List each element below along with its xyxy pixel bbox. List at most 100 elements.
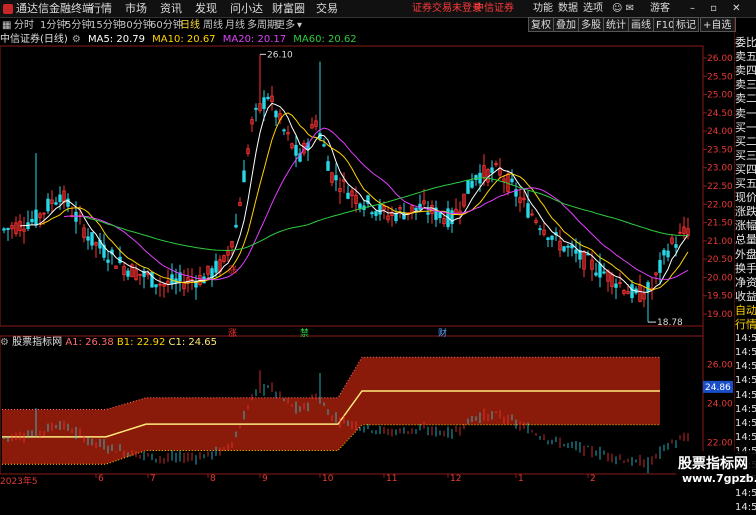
side-label: 14:56 [735,502,756,514]
candle-body [490,167,494,173]
watermark-url: www.7gpzb.com [682,472,756,485]
side-label: 收益 [735,289,756,303]
side-label: 卖四 [735,64,756,78]
candle-body [466,180,470,194]
candle-body [370,212,374,215]
side-label: 卖一 [735,106,756,120]
side-label[interactable]: 自动 [735,304,756,318]
low-label: 18.78 [657,318,683,328]
indicator-name[interactable]: 股票指标网 [12,337,62,348]
candle-body [550,235,554,240]
price-tick-label: 23.00 [707,164,733,174]
candle-body [30,218,34,223]
side-label: 买五 [735,177,756,190]
a1-label: A1: 26.38 [65,337,114,348]
candle-body [266,96,270,100]
watermark-text: 股票指标网 [678,456,748,472]
candle-body [662,249,666,256]
side-label: 卖五 [735,50,756,64]
price-tick-label: 25.50 [707,72,733,82]
candle-body [594,272,598,276]
candle-body [414,207,418,211]
side-label: 14:56 [735,417,756,429]
candle-body [106,259,110,263]
ma20-line [63,127,689,281]
candle-body [210,268,214,278]
tag-up-2: 涨 [228,329,238,339]
candle-body [438,212,442,219]
side-label: 买四 [735,162,756,176]
indicator-band [2,357,660,465]
indicator-tick-label: 22.00 [707,439,733,449]
indicator-settings-icon[interactable]: ⚙ [0,337,9,348]
candle-body [374,211,378,216]
candle-body [234,224,238,228]
candle-body [126,270,130,277]
side-label: 14:56 [735,488,756,500]
candle-body [378,204,382,215]
candle-body [58,194,62,202]
price-tick-label: 21.00 [707,237,733,247]
candle-body [546,237,550,240]
price-tick-label: 20.00 [707,273,733,283]
candle-body [242,170,246,183]
side-label: 委比 [735,36,756,49]
x-axis-label: 8 [210,474,216,484]
side-label: 现价 [735,191,756,205]
main-panel-frame [0,45,704,327]
price-tick-label: 25.00 [707,91,733,101]
price-tick-label: 22.00 [707,200,733,210]
x-axis-label: 6 [98,474,104,484]
x-axis-label: 9 [262,474,268,484]
candle-body [90,232,94,246]
side-label: 涨幅 [735,219,756,233]
indicator-tick-label: 26.00 [707,361,733,371]
candle-body [602,271,606,274]
x-axis-label: 2 [590,474,596,484]
side-label: 买一 [735,120,756,134]
tag-finance: 财 [438,329,448,339]
candle-body [322,144,326,147]
watermark: 股票指标网 www.7gpzb.com [676,451,756,487]
tag-ban: 禁 [300,329,310,339]
price-tick-label: 21.50 [707,219,733,229]
kline-chart[interactable]: 26.00 25.50 25.00 24.50 24.00 23.50 23.00 22.50… [0,0,735,487]
price-tick-label: 24.00 [707,127,733,137]
candle-body [154,284,158,288]
side-label[interactable]: 行情 [735,318,756,332]
tag-up: 涨 [228,266,238,276]
price-tick-label: 24.50 [707,109,733,119]
candle-body [86,236,90,241]
candle-body [562,246,566,252]
side-label: 14:56 [735,431,756,443]
candle-body [282,129,286,132]
candle-body [658,260,662,273]
side-label: 买二 [735,134,756,148]
price-tick-label: 19.00 [707,310,733,320]
candle-body [538,228,542,231]
candle-body [426,212,430,215]
high-label: 26.10 [267,50,293,60]
candle-body [674,244,678,248]
candle-body [6,228,10,230]
candle-body [334,175,338,181]
candle-body [262,97,266,109]
b1-label: B1: 22.92 [116,337,166,348]
indicator-marker-label: 24.86 [705,383,731,393]
price-tick-label: 23.50 [707,145,733,155]
side-label: 卖三 [735,78,756,92]
x-axis-label: 2023年5 [0,477,38,487]
side-label: 换手 [735,261,756,275]
candle-body [574,249,578,254]
candle-body [666,250,670,258]
candle-body [54,202,58,205]
side-label: 14:56 [735,389,756,401]
x-axis-label: 1 [518,474,524,484]
candle-body [598,263,602,278]
candle-body [526,203,530,218]
price-tick-label: 19.50 [707,292,733,302]
x-axis-label: 7 [150,474,156,484]
candle-body [34,209,38,226]
candle-body [274,110,278,118]
price-tick-label: 22.50 [707,182,733,192]
